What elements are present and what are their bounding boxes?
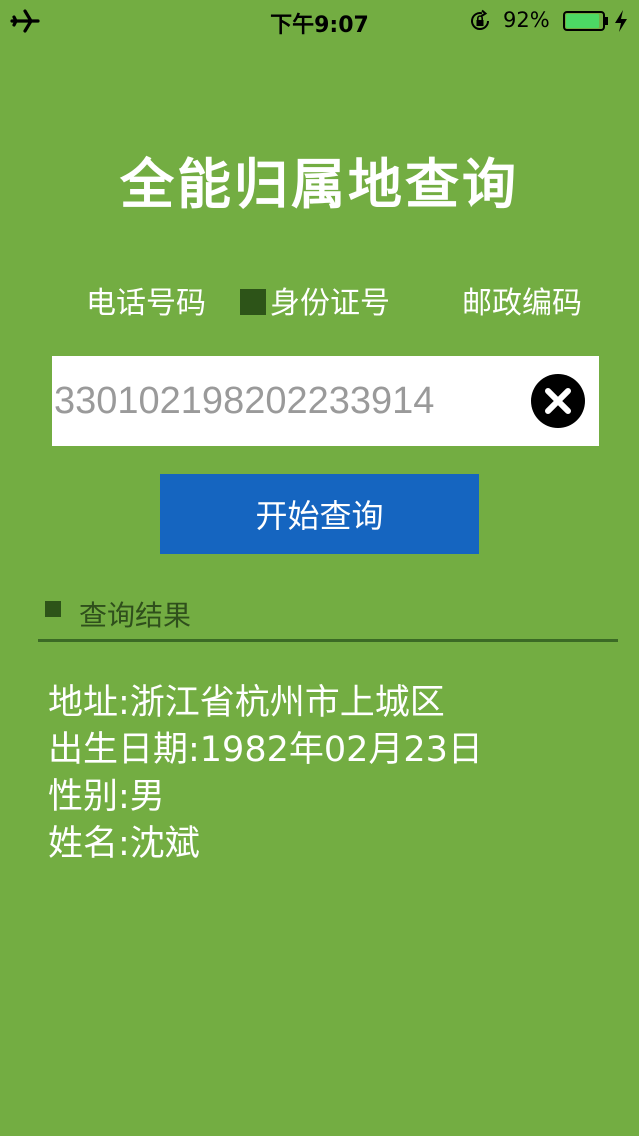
result-gender: 性别:男 (48, 777, 165, 817)
tab-postal-code[interactable]: 邮政编码 (462, 278, 582, 322)
tab-id-number[interactable]: 身份证号 (240, 278, 390, 322)
charging-bolt-icon (615, 10, 627, 32)
selected-marker-icon (240, 289, 266, 315)
tab-label: 邮政编码 (462, 286, 582, 321)
battery-icon (563, 11, 608, 31)
tab-phone-number[interactable]: 电话号码 (86, 278, 206, 322)
result-address: 地址:浙江省杭州市上城区 (48, 683, 445, 723)
section-marker-icon (45, 601, 61, 617)
result-name: 姓名:沈斌 (48, 824, 200, 864)
result-header: 查询结果 (79, 599, 192, 632)
result-list: 地址:浙江省杭州市上城区 出生日期:1982年02月23日 性别:男 姓名:沈斌 (48, 680, 483, 868)
status-bar: 下午9:07 92% (0, 0, 639, 40)
tab-label: 身份证号 (270, 286, 390, 321)
app-title: 全能归属地查询 (120, 153, 519, 216)
close-circle-icon[interactable] (530, 373, 586, 429)
tab-label: 电话号码 (86, 286, 206, 321)
rotation-lock-icon (471, 9, 490, 30)
battery-percent: 92% (503, 8, 550, 32)
search-input-box (52, 356, 599, 446)
start-query-button[interactable]: 开始查询 (160, 474, 479, 554)
search-input[interactable] (52, 356, 512, 446)
divider (38, 639, 618, 642)
result-birthdate: 出生日期:1982年02月23日 (48, 730, 483, 770)
